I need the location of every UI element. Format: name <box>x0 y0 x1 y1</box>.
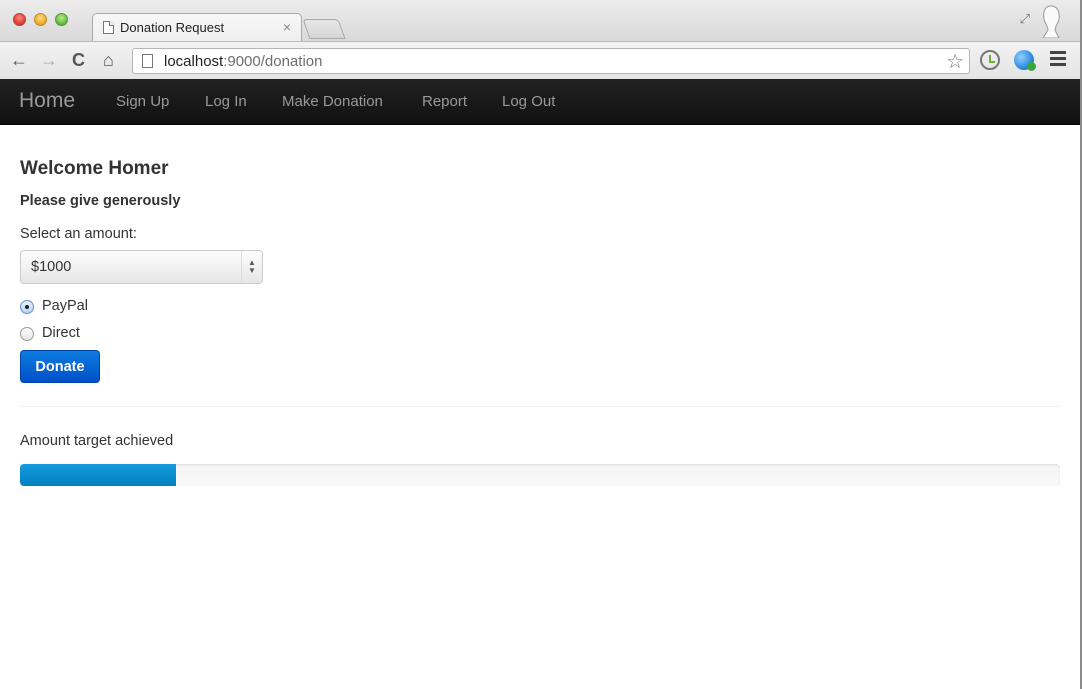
nav-log-in[interactable]: Log In <box>205 93 247 110</box>
nav-home[interactable]: Home <box>19 89 75 113</box>
browser-toolbar: ← → C ⌂ localhost:9000/donation ☆ <box>0 41 1080 79</box>
tab-donation-request[interactable]: Donation Request × <box>92 13 302 41</box>
divider <box>20 406 1060 407</box>
new-tab-button[interactable] <box>302 19 346 39</box>
profile-icon[interactable] <box>1040 4 1062 38</box>
radio-label-paypal: PayPal <box>42 298 88 314</box>
page-subtitle: Please give generously <box>20 193 181 209</box>
nav-sign-up[interactable]: Sign Up <box>116 93 169 110</box>
target-progress-fill <box>20 464 176 486</box>
fullscreen-icon[interactable]: ⤢ <box>1020 11 1030 27</box>
nav-make-donation[interactable]: Make Donation <box>282 93 383 110</box>
select-arrows-icon: ▲ ▼ <box>241 251 262 283</box>
tab-title: Donation Request <box>120 20 225 35</box>
amount-label: Select an amount: <box>20 226 137 242</box>
back-icon[interactable]: ← <box>10 49 28 71</box>
page-icon <box>142 54 153 68</box>
home-icon[interactable]: ⌂ <box>103 49 114 71</box>
nav-report[interactable]: Report <box>422 93 467 110</box>
address-bar[interactable]: localhost:9000/donation ☆ <box>132 48 970 74</box>
page-icon <box>103 21 114 34</box>
amount-selected-value: $1000 <box>31 259 72 275</box>
title-bar: Donation Request × ⤢ <box>0 0 1080 41</box>
close-tab-icon[interactable]: × <box>283 19 291 35</box>
reload-icon[interactable]: C <box>72 49 85 71</box>
minimize-window-button[interactable] <box>34 13 47 26</box>
nav-log-out[interactable]: Log Out <box>502 93 555 110</box>
site-navbar: Home Sign Up Log In Make Donation Report… <box>0 79 1080 125</box>
url-text[interactable]: localhost:9000/donation <box>164 53 322 70</box>
close-window-button[interactable] <box>13 13 26 26</box>
radio-direct[interactable] <box>20 327 34 341</box>
radio-paypal[interactable] <box>20 300 34 314</box>
menu-icon[interactable] <box>1050 51 1066 69</box>
target-progress <box>20 464 1060 486</box>
progress-label: Amount target achieved <box>20 433 174 449</box>
radio-label-direct: Direct <box>42 325 80 341</box>
zoom-window-button[interactable] <box>55 13 68 26</box>
globe-extension-icon[interactable] <box>1014 50 1036 71</box>
history-clock-icon[interactable] <box>980 50 1000 70</box>
url-path: :9000/donation <box>223 53 323 70</box>
bookmark-star-icon[interactable]: ☆ <box>946 49 964 74</box>
url-host: localhost <box>164 53 224 70</box>
amount-select[interactable]: $1000 ▲ ▼ <box>20 250 263 284</box>
page-content: Welcome Homer Please give generously Sel… <box>0 125 1080 689</box>
forward-icon[interactable]: → <box>40 49 58 71</box>
page-title: Welcome Homer <box>20 158 169 179</box>
donate-button[interactable]: Donate <box>20 350 100 383</box>
browser-window: Donation Request × ⤢ ← → C ⌂ localhost:9… <box>0 0 1082 689</box>
